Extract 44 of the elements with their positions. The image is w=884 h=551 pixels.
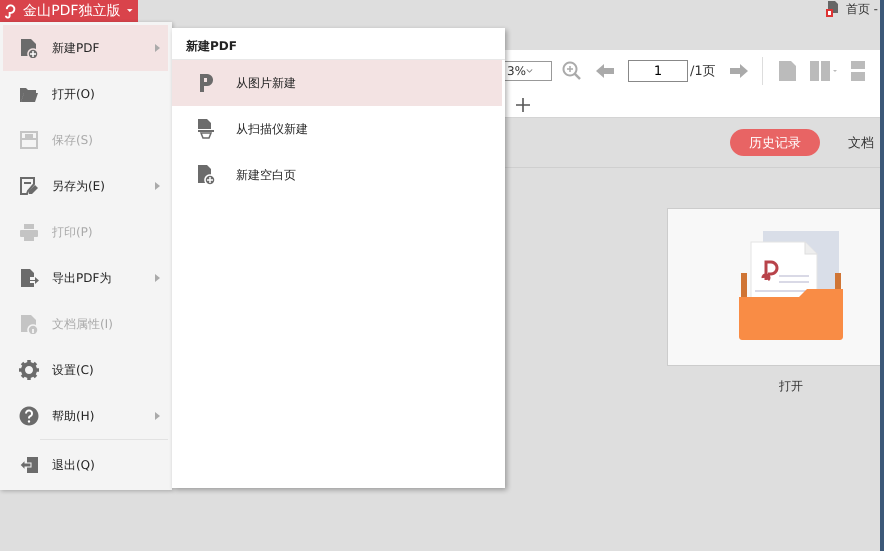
submenu-arrow-icon bbox=[155, 44, 160, 52]
p-logo-icon bbox=[198, 73, 214, 93]
submenu-arrow-icon bbox=[155, 412, 160, 420]
exit-icon bbox=[19, 455, 39, 475]
menu-item[interactable]: 打开(O) bbox=[3, 71, 168, 117]
open-card[interactable] bbox=[667, 208, 880, 366]
logo-icon bbox=[4, 3, 18, 19]
submenu-arrow-icon bbox=[155, 182, 160, 190]
arrow-right-icon[interactable] bbox=[730, 64, 748, 78]
document-icon bbox=[826, 1, 838, 17]
submenu-item[interactable]: 从扫描仪新建 bbox=[172, 106, 502, 152]
file-info-icon bbox=[19, 314, 39, 334]
menu-item[interactable]: 退出(Q) bbox=[3, 442, 168, 488]
submenu-item[interactable]: 新建空白页 bbox=[172, 152, 502, 198]
arrow-left-icon[interactable] bbox=[596, 64, 614, 78]
submenu-item[interactable]: 从图片新建 bbox=[172, 60, 502, 106]
printer-icon bbox=[19, 222, 39, 242]
page-number-field[interactable]: 1 bbox=[628, 60, 688, 82]
zoom-in-icon[interactable] bbox=[562, 61, 582, 81]
submenu-arrow-icon bbox=[155, 274, 160, 282]
menu-item[interactable]: 设置(C) bbox=[3, 347, 168, 393]
caret-icon bbox=[126, 8, 134, 14]
export-icon bbox=[19, 268, 39, 288]
window-title: 首页 - bbox=[846, 1, 878, 18]
edit-file-icon bbox=[19, 176, 39, 196]
card-label: 打开 bbox=[779, 378, 803, 395]
save-icon bbox=[19, 130, 39, 150]
two-page-icon[interactable] bbox=[810, 61, 837, 81]
chevron-icon bbox=[526, 68, 533, 74]
page-count: /1页 bbox=[690, 63, 716, 80]
menu-item[interactable]: 帮助(H) bbox=[3, 393, 168, 439]
new-file-icon bbox=[19, 38, 39, 58]
new-page-icon bbox=[198, 165, 216, 185]
menu-item[interactable]: 新建PDF bbox=[3, 25, 168, 71]
page-layout-icon[interactable] bbox=[850, 61, 865, 81]
documents-tab[interactable]: 文档 bbox=[848, 134, 874, 152]
single-page-icon[interactable] bbox=[778, 61, 796, 81]
settings-icon bbox=[19, 360, 39, 380]
app-menu-button[interactable]: 金山PDF独立版 bbox=[0, 0, 138, 22]
help-icon bbox=[19, 406, 39, 426]
menu-item[interactable]: 导出PDF为 bbox=[3, 255, 168, 301]
menu-item[interactable]: 另存为(E) bbox=[3, 163, 168, 209]
add-tab-icon[interactable] bbox=[516, 98, 530, 112]
scanner-file-icon bbox=[198, 119, 214, 139]
